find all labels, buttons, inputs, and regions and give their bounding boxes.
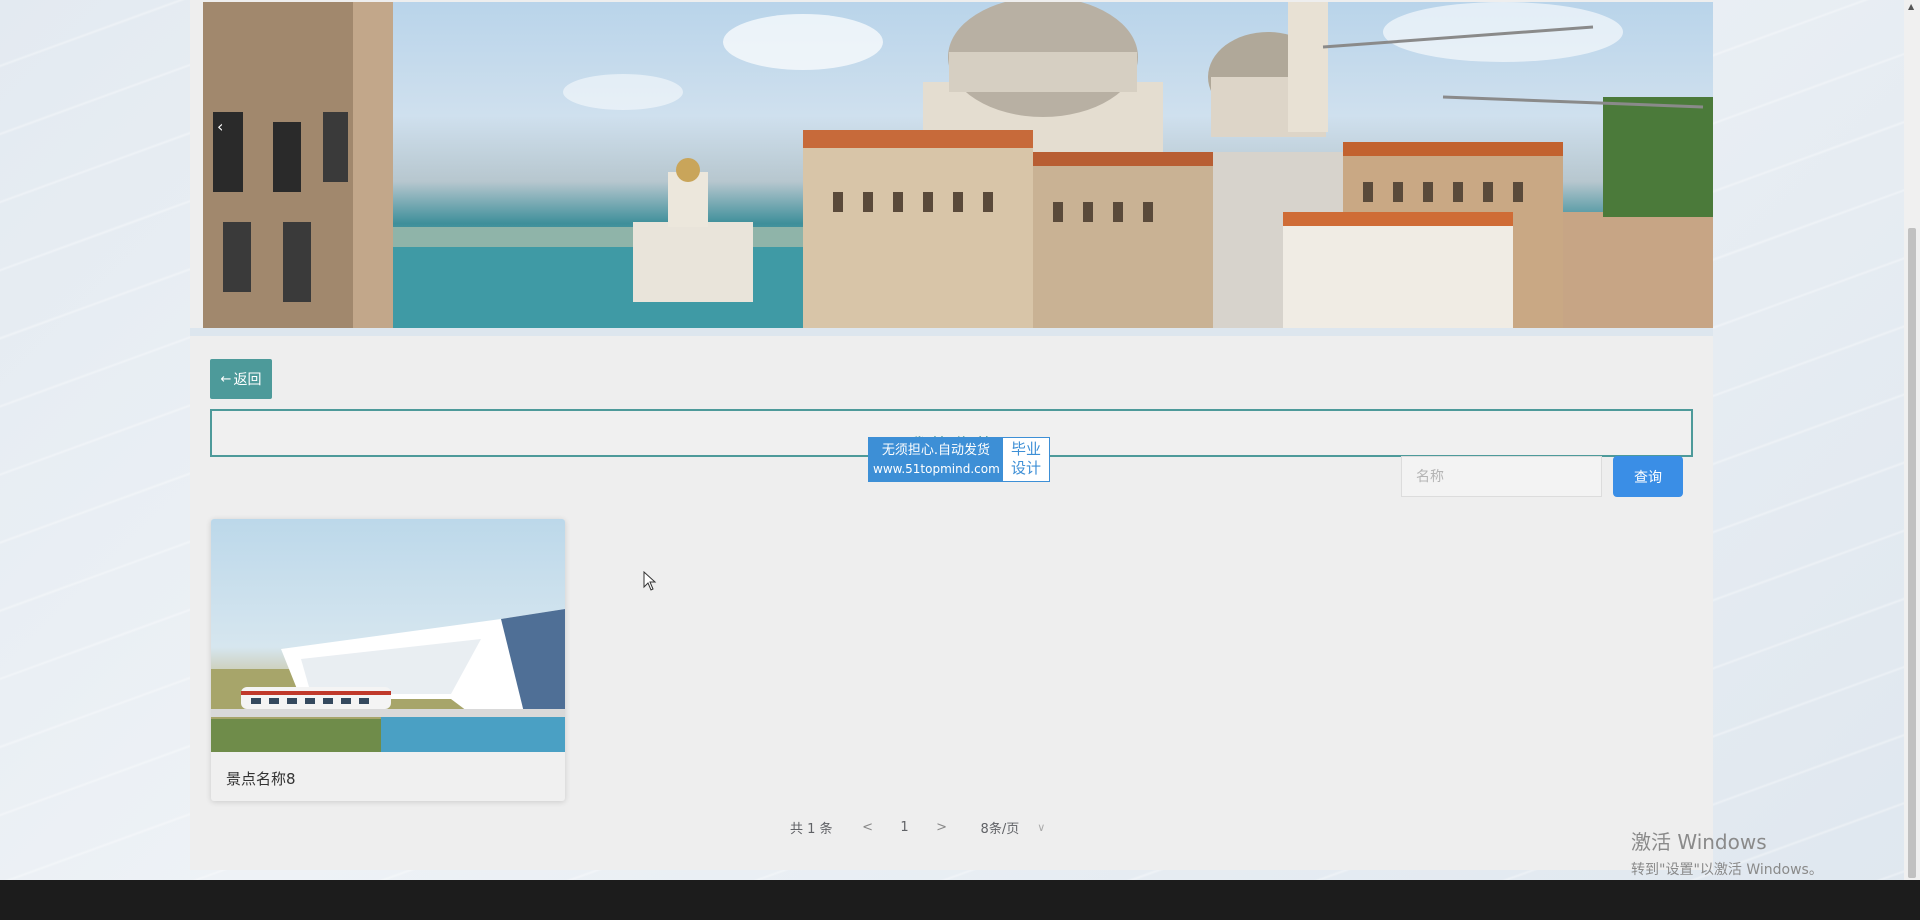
scroll-up-arrow-icon[interactable]: ▲	[1908, 2, 1914, 11]
windows-activation-hint: 转到"设置"以激活 Windows。	[1631, 862, 1823, 878]
watermark-right: 毕业 设计	[1003, 438, 1049, 481]
banner-divider	[190, 328, 1713, 336]
back-button-label: 返回	[233, 372, 262, 388]
windows-activation-title: 激活 Windows	[1631, 830, 1767, 854]
watermark-right-line2: 设计	[1010, 459, 1041, 477]
watermark-right-line1: 毕业	[1010, 440, 1041, 458]
prev-page-button[interactable]: <	[853, 820, 883, 835]
back-button[interactable]: ← 返回	[210, 359, 272, 399]
windows-activation-notice: 激活 Windows 转到"设置"以激活 Windows。	[1631, 826, 1823, 879]
card-image	[211, 519, 565, 752]
watermark-line2: www.51topmind.com	[873, 462, 1000, 476]
banner-prev-arrow[interactable]: ‹	[217, 117, 223, 136]
watermark-line1: 无须担心.自动发货	[881, 443, 991, 458]
mouse-pointer-icon	[643, 571, 657, 591]
pagination: 共 1 条 < 1 > 8条/页 ∨	[790, 815, 1045, 839]
search-button[interactable]: 查询	[1613, 456, 1683, 497]
card-title: 景点名称8	[226, 770, 296, 788]
arrow-left-icon: ←	[220, 371, 232, 387]
vertical-scrollbar[interactable]: ▲	[1904, 0, 1920, 880]
page-size-value: 8条/页	[980, 821, 1020, 837]
venice-banner-image	[203, 2, 1713, 328]
watermark-badge: 无须担心.自动发货 www.51topmind.com 毕业 设计	[868, 437, 1050, 482]
next-page-button[interactable]: >	[927, 820, 957, 835]
scroll-thumb[interactable]	[1908, 228, 1916, 878]
page-number-1[interactable]: 1	[883, 820, 927, 835]
page-size-select[interactable]: 8条/页 ∨	[981, 818, 1046, 837]
station-photo	[211, 609, 565, 752]
watermark-left: 无须担心.自动发货 www.51topmind.com	[869, 438, 1003, 481]
taskbar	[0, 880, 1920, 920]
pagination-total: 共 1 条	[790, 821, 833, 837]
name-search-input[interactable]	[1401, 456, 1602, 497]
chevron-down-icon: ∨	[1037, 820, 1046, 834]
banner-carousel: ‹	[203, 2, 1713, 328]
favorite-card[interactable]: 景点名称8	[211, 519, 565, 801]
